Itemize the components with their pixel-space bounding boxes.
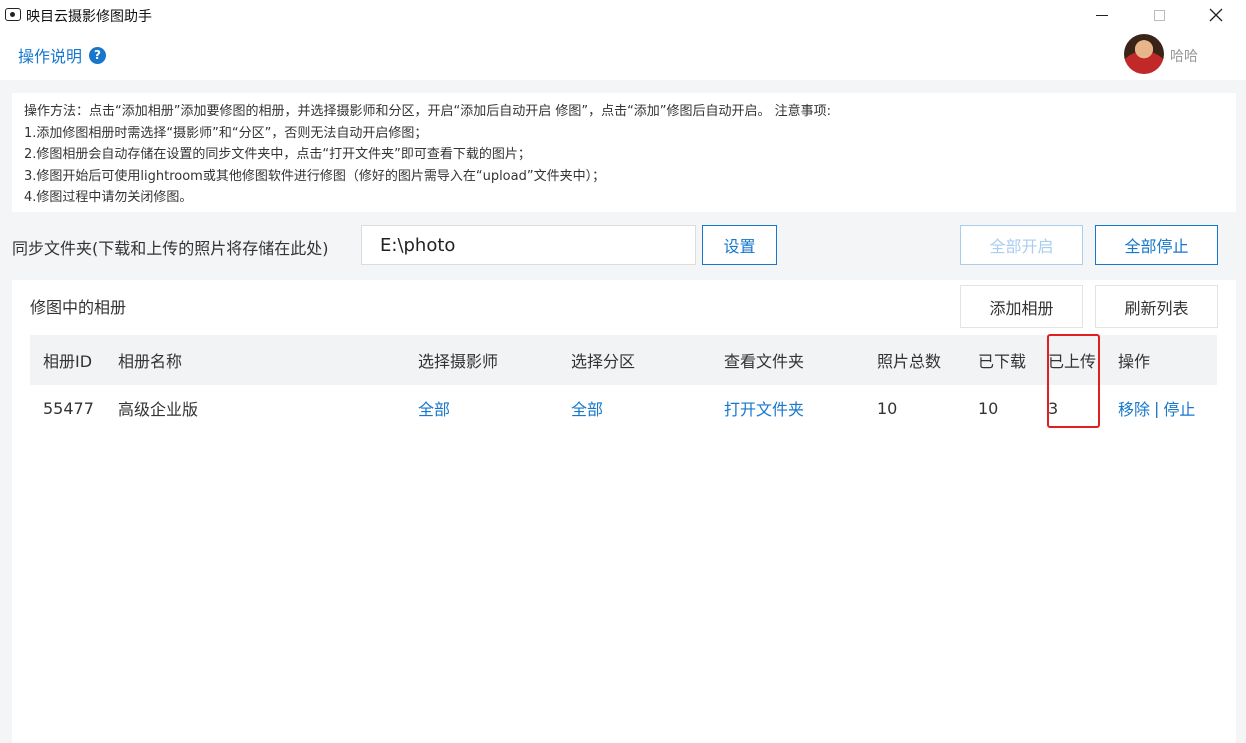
open-folder-link[interactable]: 打开文件夹 bbox=[724, 385, 804, 431]
cell-downloaded: 10 bbox=[978, 398, 999, 418]
column-header-downloaded: 已下载 bbox=[978, 352, 1027, 371]
refresh-list-button[interactable]: 刷新列表 bbox=[1095, 285, 1218, 328]
column-header-total: 照片总数 bbox=[877, 352, 942, 371]
sync-folder-label: 同步文件夹(下载和上传的照片将存储在此处) bbox=[12, 239, 329, 258]
maximize-button[interactable] bbox=[1136, 0, 1182, 30]
user-name: 哈哈 bbox=[1170, 49, 1198, 65]
remove-link[interactable]: 移除 bbox=[1118, 396, 1150, 420]
minimize-button[interactable] bbox=[1079, 0, 1125, 30]
stop-link[interactable]: 停止 bbox=[1163, 396, 1195, 420]
action-separator: | bbox=[1154, 398, 1160, 418]
column-header-partition: 选择分区 bbox=[571, 352, 636, 371]
instructions-panel: 操作方法：点击“添加相册”添加要修图的相册，并选择摄影师和分区，开启“添加后自动… bbox=[12, 93, 1236, 212]
camera-icon bbox=[5, 8, 21, 21]
table-row: 55477 高级企业版 全部 全部 打开文件夹 10 10 3 移除 | 停止 bbox=[30, 385, 1217, 431]
minimize-icon bbox=[1096, 14, 1108, 16]
sync-folder-input[interactable] bbox=[361, 225, 696, 265]
column-header-folder: 查看文件夹 bbox=[724, 352, 805, 371]
add-album-button[interactable]: 添加相册 bbox=[960, 285, 1083, 328]
column-header-name: 相册名称 bbox=[118, 352, 183, 371]
help-link[interactable]: 操作说明 ? bbox=[18, 43, 107, 67]
start-all-button[interactable]: 全部开启 bbox=[960, 225, 1083, 265]
row-actions: 移除 | 停止 bbox=[1118, 385, 1195, 431]
cell-album-id: 55477 bbox=[43, 398, 94, 418]
instruction-line: 1.添加修图相册时需选择“摄影师”和“分区”，否则无法自动开启修图； bbox=[24, 125, 428, 141]
question-circle-icon: ? bbox=[89, 46, 107, 64]
title-bar: 映目云摄影修图助手 bbox=[0, 0, 1246, 30]
settings-button[interactable]: 设置 bbox=[702, 225, 777, 265]
photographer-select[interactable]: 全部 bbox=[418, 385, 450, 431]
panel-title: 修图中的相册 bbox=[30, 298, 127, 317]
column-header-actions: 操作 bbox=[1118, 352, 1151, 371]
cell-total: 10 bbox=[877, 398, 898, 418]
table-header: 相册ID 相册名称 选择摄影师 选择分区 查看文件夹 照片总数 已下载 已上传 … bbox=[30, 335, 1217, 385]
instruction-line: 3.修图开始后可使用lightroom或其他修图软件进行修图（修好的图片需导入在… bbox=[24, 168, 606, 184]
header: 操作说明 ? 哈哈 bbox=[0, 30, 1246, 80]
close-button[interactable] bbox=[1193, 0, 1239, 30]
column-header-photographer: 选择摄影师 bbox=[418, 352, 499, 371]
avatar[interactable] bbox=[1124, 34, 1164, 74]
maximize-icon bbox=[1153, 9, 1165, 21]
stop-all-button[interactable]: 全部停止 bbox=[1095, 225, 1218, 265]
help-label: 操作说明 bbox=[18, 47, 83, 66]
instruction-line: 4.修图过程中请勿关闭修图。 bbox=[24, 190, 193, 205]
window-title: 映目云摄影修图助手 bbox=[26, 9, 152, 25]
cell-album-name: 高级企业版 bbox=[118, 400, 199, 419]
column-header-id: 相册ID bbox=[43, 352, 93, 371]
instruction-line: 2.修图相册会自动存储在设置的同步文件夹中，点击“打开文件夹”即可查看下载的图片… bbox=[24, 147, 531, 162]
instruction-line: 操作方法：点击“添加相册”添加要修图的相册，并选择摄影师和分区，开启“添加后自动… bbox=[24, 104, 832, 119]
partition-select[interactable]: 全部 bbox=[571, 385, 603, 431]
highlight-annotation bbox=[1047, 334, 1100, 428]
close-icon bbox=[1209, 8, 1223, 22]
